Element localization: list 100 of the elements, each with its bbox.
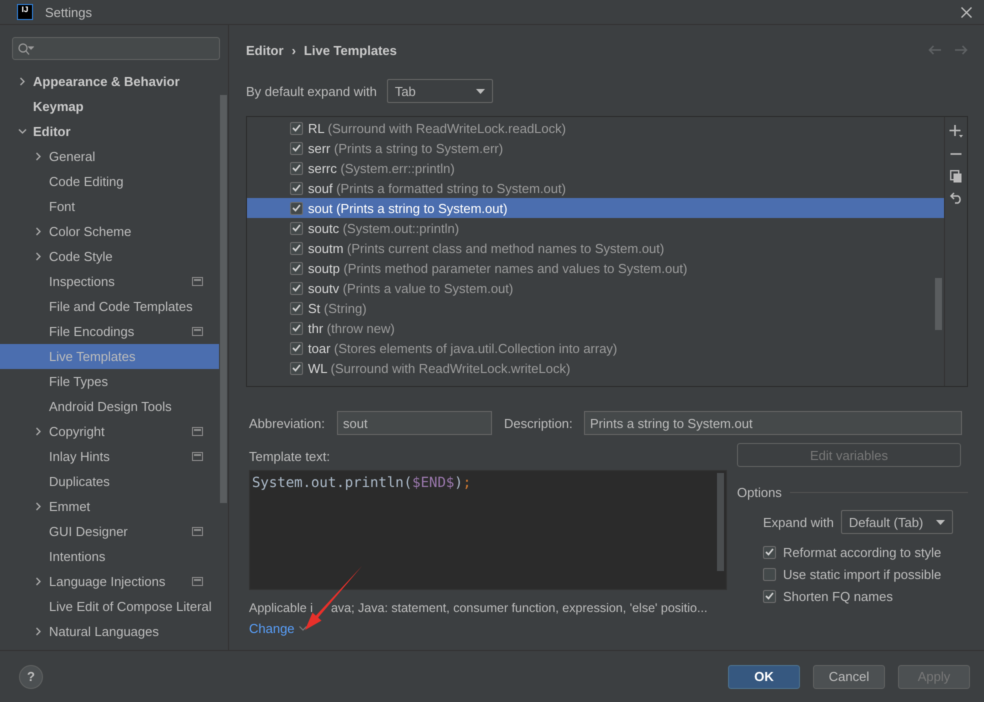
template-row[interactable]: soutv (Prints a value to System.out) — [247, 278, 944, 298]
expand-with-label: By default expand with — [246, 84, 377, 98]
checkbox[interactable] — [290, 262, 303, 274]
settings-tree-item[interactable]: Live Edit of Compose Literal — [0, 594, 219, 619]
checkbox[interactable] — [763, 546, 776, 558]
copy-icon[interactable] — [950, 170, 962, 183]
settings-tree-item[interactable]: Inlay Hints — [0, 444, 219, 469]
chevron-right-icon — [34, 252, 43, 261]
breadcrumb-item: Editor — [246, 42, 284, 58]
breadcrumb-item: Live Templates — [304, 42, 397, 58]
settings-tree-item[interactable]: Inspections — [0, 269, 219, 294]
abbreviation-field[interactable]: sout — [337, 411, 492, 435]
description-field[interactable]: Prints a string to System.out — [584, 411, 962, 435]
scrollbar-thumb[interactable] — [935, 278, 942, 330]
template-label: soutv (Prints a value to System.out) — [308, 280, 514, 296]
settings-tree-item[interactable]: Appearance & Behavior — [0, 69, 219, 94]
template-label: toar (Stores elements of java.util.Collection into array) — [308, 340, 618, 356]
template-row[interactable]: toar (Stores elements of java.util.Collection into array) — [247, 338, 944, 358]
settings-tree-item[interactable]: Emmet — [0, 494, 219, 519]
template-row[interactable]: soutp (Prints method parameter names and values to System.out) — [247, 258, 944, 278]
tree-item-label: Code Editing — [49, 174, 124, 189]
template-row[interactable]: RL (Surround with ReadWriteLock.readLock) — [247, 118, 944, 138]
settings-tree-item[interactable]: Code Style — [0, 244, 219, 269]
checkbox[interactable] — [290, 202, 303, 214]
template-row[interactable]: soutc (System.out::println) — [247, 218, 944, 238]
checkbox[interactable] — [290, 162, 303, 174]
tree-item-label: File Types — [49, 374, 110, 389]
template-row[interactable]: serr (Prints a string to System.err) — [247, 138, 944, 158]
tree-item-label: File and Code Templates — [49, 299, 194, 314]
search-field[interactable] — [12, 37, 220, 60]
settings-tree-item[interactable]: Editor — [0, 119, 219, 144]
close-icon[interactable] — [961, 6, 972, 18]
add-icon[interactable] — [949, 124, 963, 138]
checkbox[interactable] — [290, 362, 303, 374]
settings-tree-item[interactable]: Keymap — [0, 94, 219, 119]
tree-item-label: Inspections — [49, 274, 116, 289]
change-link[interactable]: Change — [249, 621, 307, 636]
template-row[interactable]: serrc (System.err::println) — [247, 158, 944, 178]
settings-tree-item[interactable]: Color Scheme — [0, 219, 219, 244]
search-icon — [18, 42, 34, 54]
template-label: soutm (Prints current class and method names to System.out) — [308, 240, 664, 256]
checkbox[interactable] — [290, 222, 303, 234]
template-text-editor[interactable]: System.out.println($END$); — [249, 470, 727, 590]
dropdown-caret-icon — [936, 520, 945, 524]
settings-tree-item[interactable]: Intentions — [0, 544, 219, 569]
expand-with-dropdown[interactable]: Default (Tab) — [840, 510, 953, 534]
checkbox[interactable] — [290, 182, 303, 194]
settings-tree-item[interactable]: Language Injections — [0, 569, 219, 594]
template-row[interactable]: soutm (Prints current class and method names to System.out) — [247, 238, 944, 258]
checkbox-label: Reformat according to style — [783, 544, 942, 560]
dialog-button[interactable]: Cancel — [813, 664, 885, 688]
chevron-right-icon — [34, 227, 43, 236]
checkbox[interactable] — [763, 568, 776, 580]
settings-tree-item[interactable]: File Encodings — [0, 319, 219, 344]
tree-item-label: Font — [49, 199, 76, 214]
options-heading: Options — [737, 485, 782, 500]
checkbox[interactable] — [290, 302, 303, 314]
template-row[interactable]: souf (Prints a formatted string to System.out) — [247, 178, 944, 198]
chevron-right-icon — [34, 152, 43, 161]
settings-tree-item[interactable]: Code Editing — [0, 169, 219, 194]
tree-item-label: Code Style — [49, 249, 114, 264]
scrollbar-thumb[interactable] — [717, 473, 724, 571]
checkbox[interactable] — [290, 142, 303, 154]
dropdown-caret-icon — [476, 88, 485, 94]
template-label: serrc (System.err::println) — [308, 160, 455, 176]
template-row[interactable]: sout (Prints a string to System.out) — [247, 198, 944, 218]
tree-item-label: Intentions — [49, 549, 106, 564]
settings-tree-item[interactable]: Android Design Tools — [0, 394, 219, 419]
tree-item-label: Natural Languages — [49, 624, 160, 639]
tree-item-label: Language Injections — [49, 574, 166, 589]
checkbox[interactable] — [290, 122, 303, 134]
tree-item-label: Color Scheme — [49, 224, 132, 239]
tree-item-label: Copyright — [49, 424, 106, 439]
settings-tree-item[interactable]: General — [0, 144, 219, 169]
checkbox[interactable] — [290, 322, 303, 334]
chevron-right-icon — [34, 577, 43, 586]
settings-tree-item[interactable]: Natural Languages — [0, 619, 219, 644]
checkbox-label: Use static import if possible — [783, 566, 942, 582]
settings-tree-item[interactable]: File and Code Templates — [0, 294, 219, 319]
expand-with-label: Expand with — [763, 514, 834, 530]
undo-icon[interactable] — [950, 192, 962, 204]
settings-tree-item[interactable]: File Types — [0, 369, 219, 394]
checkbox[interactable] — [290, 242, 303, 254]
settings-tree-item[interactable]: Duplicates — [0, 469, 219, 494]
template-row[interactable]: thr (throw new) — [247, 318, 944, 338]
settings-tree-item[interactable]: Font — [0, 194, 219, 219]
checkbox[interactable] — [290, 342, 303, 354]
dialog-button[interactable]: OK — [728, 664, 800, 688]
settings-tree-item[interactable]: GUI Designer — [0, 519, 219, 544]
scrollbar-thumb[interactable] — [220, 95, 227, 503]
expand-with-dropdown[interactable]: Tab — [386, 79, 493, 103]
template-row[interactable]: WL (Surround with ReadWriteLock.writeLock) — [247, 358, 944, 378]
tree-item-label: Emmet — [49, 499, 92, 514]
help-button[interactable]: ? — [19, 664, 43, 688]
chevron-down-icon — [18, 127, 27, 136]
checkbox[interactable] — [763, 590, 776, 602]
template-row[interactable]: St (String) — [247, 298, 944, 318]
chevron-down-icon — [298, 626, 307, 631]
checkbox[interactable] — [290, 282, 303, 294]
settings-tree-item[interactable]: Copyright — [0, 419, 219, 444]
